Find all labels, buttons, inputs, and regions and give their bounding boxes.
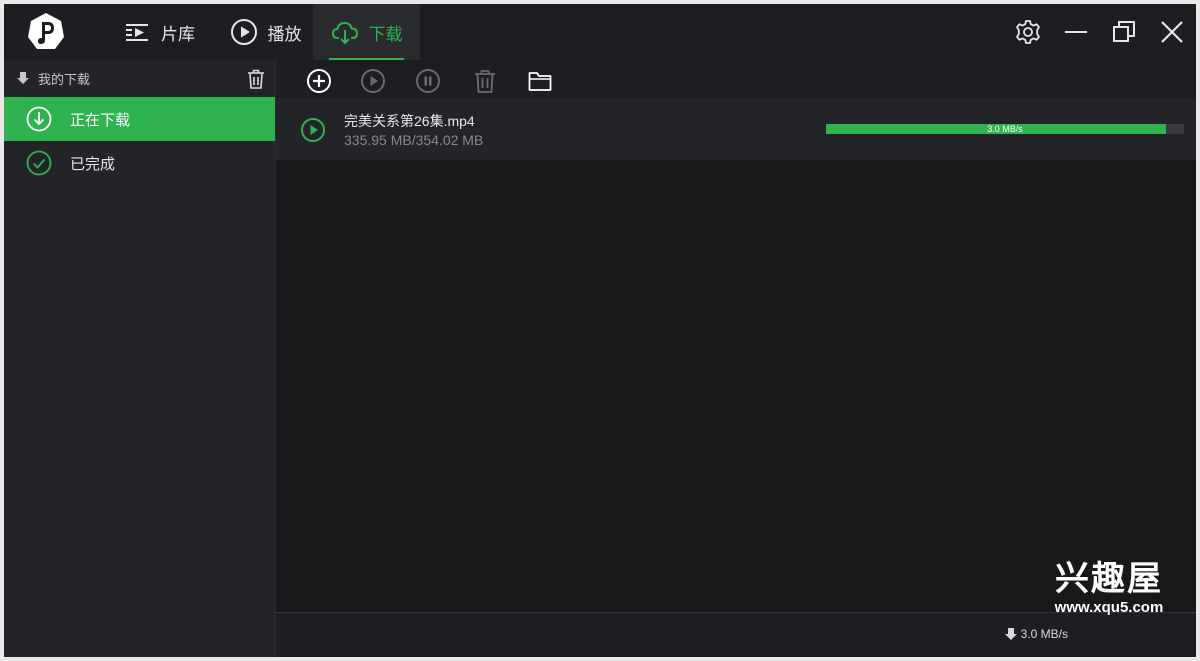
sidebar: 我的下载 正在下载 已完成 xyxy=(4,60,275,657)
tab-download[interactable]: 下载 xyxy=(313,4,420,60)
cloud-download-icon xyxy=(331,22,358,45)
watermark-url: www.xqu5.com xyxy=(1054,599,1164,616)
item-play-icon[interactable] xyxy=(300,117,326,143)
check-circle-icon xyxy=(26,150,52,176)
tab-library-label: 片库 xyxy=(161,24,195,44)
arrow-down-icon xyxy=(17,72,29,84)
play-icon xyxy=(230,19,257,45)
trash-icon[interactable] xyxy=(247,69,265,89)
tab-play[interactable]: 播放 xyxy=(214,4,317,60)
add-icon[interactable] xyxy=(306,68,332,94)
download-circle-icon xyxy=(26,106,52,132)
watermark-logo: 兴趣屋 www.xqu5.com xyxy=(1034,559,1184,629)
download-list-item[interactable]: 完美关系第26集.mp4 335.95 MB/354.02 MB 3.0 MB/… xyxy=(276,98,1196,160)
total-speed: 3.0 MB/s xyxy=(1004,627,1068,641)
tab-play-label: 播放 xyxy=(267,24,302,44)
download-toolbar xyxy=(276,60,1196,98)
restore-icon[interactable] xyxy=(1110,18,1138,46)
pause-icon[interactable] xyxy=(415,68,441,94)
arrow-down-icon xyxy=(1004,628,1017,640)
sidebar-header-label: 我的下载 xyxy=(38,71,91,87)
download-progress-bar: 3.0 MB/s xyxy=(826,124,1184,134)
folder-icon[interactable] xyxy=(527,68,553,94)
tab-library[interactable]: 片库 xyxy=(104,4,214,60)
app-window: 片库 播放 下载 我的下载 正在下载 已完成 完美关系第26集.mp4 335.… xyxy=(4,4,1196,657)
tab-download-label: 下载 xyxy=(368,24,403,44)
total-speed-value: 3.0 MB/s xyxy=(1020,627,1068,641)
library-icon xyxy=(126,24,148,41)
download-size: 335.95 MB/354.02 MB xyxy=(344,132,484,148)
minimize-icon[interactable] xyxy=(1062,18,1090,46)
sidebar-item-downloading-label: 正在下载 xyxy=(70,111,131,129)
app-logo-icon[interactable] xyxy=(26,12,66,52)
settings-gear-icon[interactable] xyxy=(1014,18,1042,46)
sidebar-item-completed-label: 已完成 xyxy=(70,155,116,173)
title-bar: 片库 播放 下载 xyxy=(4,4,1196,60)
close-icon[interactable] xyxy=(1158,18,1186,46)
download-speed-label: 3.0 MB/s xyxy=(987,124,1023,134)
sidebar-item-completed[interactable]: 已完成 xyxy=(4,141,275,185)
sidebar-item-downloading[interactable]: 正在下载 xyxy=(4,97,275,141)
start-play-icon[interactable] xyxy=(360,68,386,94)
sidebar-header: 我的下载 xyxy=(4,60,275,96)
download-filename: 完美关系第26集.mp4 xyxy=(344,113,475,129)
delete-trash-icon[interactable] xyxy=(472,68,498,94)
watermark-title: 兴趣屋 xyxy=(1055,559,1163,599)
